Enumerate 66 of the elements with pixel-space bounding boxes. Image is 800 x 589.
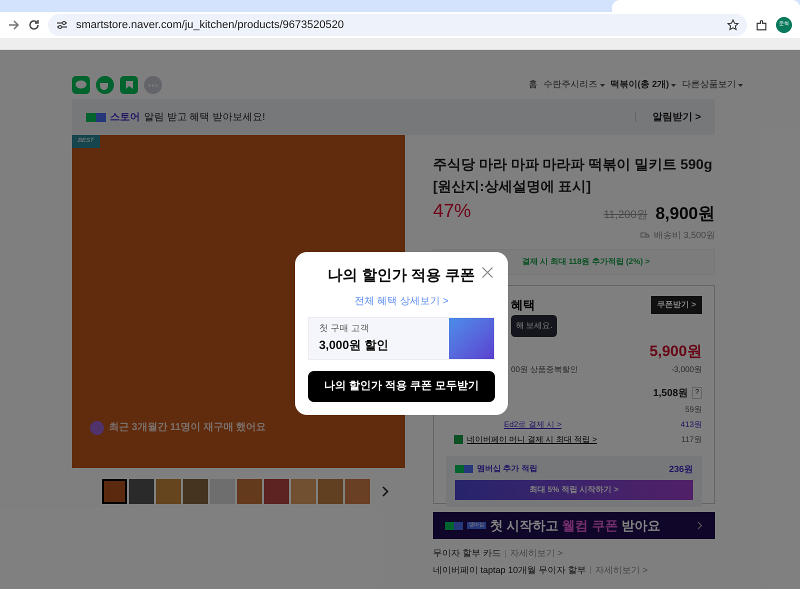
notice-text: 알림 받고 혜택 받아보세요!: [144, 110, 266, 124]
details-link[interactable]: 자세히보기 >: [595, 564, 648, 577]
thumbnail[interactable]: [264, 479, 289, 504]
membership-label: 멤버십 추가 적립: [477, 463, 538, 476]
details-link[interactable]: 자세히보기 >: [510, 547, 563, 560]
coupon-card[interactable]: 첫 구매 고객 3,000원 할인: [308, 316, 495, 360]
thumbnail[interactable]: [183, 479, 208, 504]
naver-plus-logo: [86, 112, 106, 122]
points-value: 117원: [681, 434, 702, 446]
points-link[interactable]: 네이버페이 머니 결제 시 최대 적립 >: [467, 434, 598, 446]
thumbnail[interactable]: [156, 479, 181, 504]
membership-button[interactable]: 최대 5% 적립 시작하기 >: [455, 480, 693, 500]
discount-value: -3,000원: [671, 364, 702, 376]
product-title: 주식당 마라 마파 마라파 떡볶이 밀키트 590g [원산지:상세설명에 표시]: [433, 155, 714, 196]
chevron-right-icon: [697, 521, 703, 530]
points-total: 1,508원: [653, 386, 688, 400]
discount-rate: 47%: [433, 200, 472, 224]
cafe-share-icon[interactable]: [96, 76, 114, 94]
thumbnail[interactable]: [345, 479, 370, 504]
points-value: 413원: [680, 418, 702, 430]
coupon-price: 5,900원: [649, 342, 702, 362]
points-value: 59원: [685, 404, 702, 416]
close-icon[interactable]: [482, 267, 493, 278]
breadcrumb-link[interactable]: 떡볶이(총 2개): [610, 78, 676, 92]
benefits-title: 혜택: [511, 297, 535, 314]
naver-plus-logo: [455, 465, 473, 474]
thumbnail[interactable]: [318, 479, 343, 504]
naver-plus-logo: [445, 522, 463, 530]
site-settings-icon[interactable]: [56, 19, 68, 31]
membership-points: 236원: [668, 462, 693, 476]
thumbnail[interactable]: [291, 479, 316, 504]
address-bar[interactable]: smartstore.naver.com/ju_kitchen/products/9673520520: [48, 14, 747, 36]
store-label: 스토어: [110, 110, 140, 124]
sale-price: 8,900원: [655, 203, 715, 225]
thumbnail[interactable]: [102, 479, 127, 504]
discount-label: 00원 상품중복할인: [511, 364, 578, 376]
coupon-amount: 3,000원 할인: [319, 336, 390, 354]
installment-label: 네이버페이 taptap 10개월 무이자 할부: [433, 564, 586, 577]
browser-tab[interactable]: [612, 0, 800, 12]
star-icon[interactable]: [727, 19, 739, 31]
repurchase-text: 최근 3개월간 11명이 재구매 했어요: [109, 421, 266, 435]
welcome-text: 첫 시작하고 웰컴 쿠폰 받아요: [490, 516, 660, 535]
download-all-button[interactable]: 나의 할인가 적용 쿠폰 모두받기: [308, 370, 495, 402]
thumbnail[interactable]: [237, 479, 262, 504]
truck-icon: [640, 232, 650, 239]
coupon-button[interactable]: 쿠폰받기 >: [651, 296, 702, 314]
installment-label: 무이자 할부 카드: [433, 547, 502, 560]
points-link[interactable]: Ed2로 결제 시 >: [504, 418, 562, 430]
forward-icon[interactable]: [8, 19, 20, 31]
coupon-ticket-graphic: [449, 318, 494, 358]
extensions-icon[interactable]: [755, 18, 768, 32]
coupon-caption: 첫 구매 고객: [319, 322, 370, 336]
url-text: smartstore.naver.com/ju_kitchen/products/9673520520: [76, 18, 345, 33]
breadcrumb-link[interactable]: 다른상품보기: [682, 78, 743, 92]
notification-link[interactable]: 알림받기 >: [652, 110, 701, 124]
benefits-details-link[interactable]: 전체 혜택 상세보기 >: [354, 294, 449, 308]
more-icon[interactable]: [144, 76, 162, 94]
blog-share-icon[interactable]: [72, 76, 90, 94]
bookmark-share-icon[interactable]: [120, 76, 138, 94]
tooltip: 해 보세요.: [511, 315, 558, 337]
thumbnail[interactable]: [129, 479, 154, 504]
breadcrumb-link[interactable]: 수란주시리즈: [544, 78, 604, 92]
next-icon[interactable]: [382, 486, 389, 497]
breadcrumb-link[interactable]: 홈: [528, 78, 538, 92]
reload-icon[interactable]: [28, 19, 40, 31]
shipping-fee: 배송비 3,500원: [654, 228, 715, 242]
